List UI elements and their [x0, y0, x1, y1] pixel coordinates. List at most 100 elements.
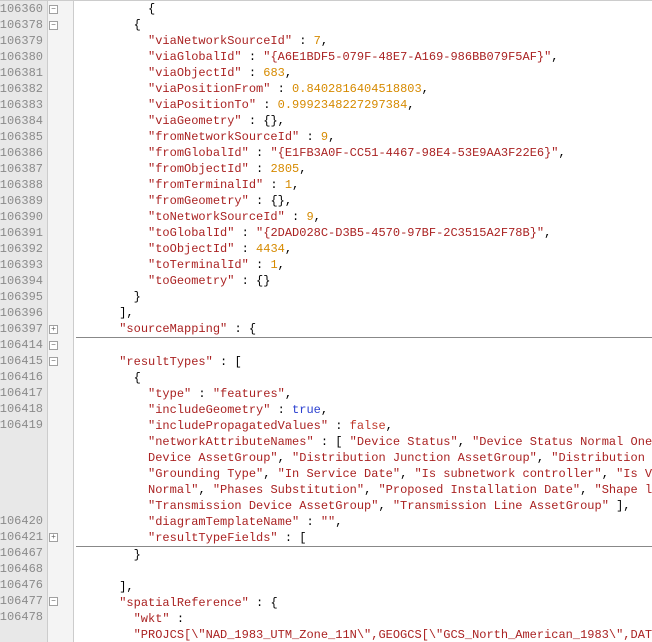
code-line[interactable]: "toGlobalId" : "{2DAD028C-D3B5-4570-97BF…: [76, 225, 652, 241]
line-number: 106389: [0, 193, 43, 209]
code-line[interactable]: {: [76, 1, 652, 17]
code-line[interactable]: {: [76, 370, 652, 386]
code-line[interactable]: [76, 338, 652, 354]
fold-gutter-row: [48, 625, 73, 641]
fold-gutter-row: [48, 609, 73, 625]
line-number: [0, 625, 43, 641]
code-line[interactable]: "toNetworkSourceId" : 9,: [76, 209, 652, 225]
code-line[interactable]: "PROJCS[\"NAD_1983_UTM_Zone_11N\",GEOGCS…: [76, 627, 652, 642]
fold-gutter-row: [48, 401, 73, 417]
line-number: 106383: [0, 97, 43, 113]
code-line[interactable]: }: [76, 289, 652, 305]
code-line[interactable]: "viaObjectId" : 683,: [76, 65, 652, 81]
line-number: 106468: [0, 561, 43, 577]
fold-collapse-icon[interactable]: −: [49, 21, 58, 30]
fold-collapse-icon[interactable]: −: [49, 357, 58, 366]
code-line[interactable]: "viaPositionFrom" : 0.8402816404518803,: [76, 81, 652, 97]
fold-gutter-row: [48, 177, 73, 193]
line-number: 106381: [0, 65, 43, 81]
code-line[interactable]: "toGeometry" : {}: [76, 273, 652, 289]
line-number: [0, 481, 43, 497]
fold-gutter-row: [48, 81, 73, 97]
fold-gutter-row: [48, 497, 73, 513]
code-line[interactable]: "fromGlobalId" : "{E1FB3A0F-CC51-4467-98…: [76, 145, 652, 161]
fold-gutter-row: [48, 577, 73, 593]
line-number-gutter: 1063601063781063791063801063811063821063…: [0, 1, 48, 642]
line-number: 106395: [0, 289, 43, 305]
code-line[interactable]: "fromNetworkSourceId" : 9,: [76, 129, 652, 145]
code-line[interactable]: "includeGeometry" : true,: [76, 402, 652, 418]
line-number: 106388: [0, 177, 43, 193]
fold-gutter-row: [48, 225, 73, 241]
fold-gutter: − − + − − + −: [48, 1, 74, 642]
code-area[interactable]: { { "viaNetworkSourceId" : 7, "viaGlobal…: [74, 1, 652, 642]
code-line[interactable]: "wkt" :: [76, 611, 652, 627]
line-number: [0, 465, 43, 481]
code-line[interactable]: "viaPositionTo" : 0.9992348227297384,: [76, 97, 652, 113]
line-number: 106417: [0, 385, 43, 401]
code-line[interactable]: "networkAttributeNames" : [ "Device Stat…: [76, 434, 652, 450]
fold-gutter-row: +: [48, 529, 73, 545]
fold-expand-icon[interactable]: +: [49, 533, 58, 542]
code-line[interactable]: "type" : "features",: [76, 386, 652, 402]
code-line[interactable]: [76, 563, 652, 579]
code-line[interactable]: "Grounding Type", "In Service Date", "Is…: [76, 466, 652, 482]
code-line[interactable]: "toTerminalId" : 1,: [76, 257, 652, 273]
code-line[interactable]: "spatialReference" : {: [76, 595, 652, 611]
code-line[interactable]: "toObjectId" : 4434,: [76, 241, 652, 257]
fold-collapse-icon[interactable]: −: [49, 341, 58, 350]
fold-expand-icon[interactable]: +: [49, 325, 58, 334]
line-number: 106419: [0, 417, 43, 433]
code-line[interactable]: {: [76, 17, 652, 33]
fold-gutter-row: [48, 209, 73, 225]
code-line[interactable]: "fromTerminalId" : 1,: [76, 177, 652, 193]
code-line[interactable]: "viaGlobalId" : "{A6E1BDF5-079F-48E7-A16…: [76, 49, 652, 65]
line-number: 106386: [0, 145, 43, 161]
code-line[interactable]: "fromGeometry" : {},: [76, 193, 652, 209]
fold-gutter-row: −: [48, 17, 73, 33]
fold-gutter-row: [48, 65, 73, 81]
code-editor: 1063601063781063791063801063811063821063…: [0, 0, 652, 642]
fold-gutter-row: [48, 465, 73, 481]
code-line[interactable]: Device AssetGroup", "Distribution Juncti…: [76, 450, 652, 466]
fold-gutter-row: [48, 49, 73, 65]
line-number: 106476: [0, 577, 43, 593]
line-number: [0, 497, 43, 513]
line-number: 106478: [0, 609, 43, 625]
code-line[interactable]: }: [76, 547, 652, 563]
fold-gutter-row: [48, 241, 73, 257]
line-number: 106416: [0, 369, 43, 385]
line-number: 106421: [0, 529, 43, 545]
code-line[interactable]: "viaNetworkSourceId" : 7,: [76, 33, 652, 49]
code-line[interactable]: "resultTypeFields" : [: [76, 530, 652, 546]
code-line[interactable]: Normal", "Phases Substitution", "Propose…: [76, 482, 652, 498]
code-line[interactable]: "sourceMapping" : {: [76, 321, 652, 337]
code-line[interactable]: "Transmission Device AssetGroup", "Trans…: [76, 498, 652, 514]
fold-gutter-row: −: [48, 337, 73, 353]
fold-gutter-row: −: [48, 593, 73, 609]
line-number: 106392: [0, 241, 43, 257]
code-line[interactable]: "resultTypes" : [: [76, 354, 652, 370]
code-line[interactable]: "viaGeometry" : {},: [76, 113, 652, 129]
fold-gutter-row: [48, 129, 73, 145]
fold-collapse-icon[interactable]: −: [49, 5, 58, 14]
line-number: 106385: [0, 129, 43, 145]
line-number: 106391: [0, 225, 43, 241]
line-number: 106394: [0, 273, 43, 289]
code-line[interactable]: "includePropagatedValues" : false,: [76, 418, 652, 434]
fold-gutter-row: [48, 481, 73, 497]
line-number: 106360: [0, 1, 43, 17]
code-line[interactable]: "fromObjectId" : 2805,: [76, 161, 652, 177]
fold-collapse-icon[interactable]: −: [49, 597, 58, 606]
fold-gutter-row: [48, 145, 73, 161]
line-number: 106380: [0, 49, 43, 65]
code-line[interactable]: ],: [76, 305, 652, 321]
fold-gutter-row: [48, 545, 73, 561]
line-number: 106384: [0, 113, 43, 129]
line-number: 106420: [0, 513, 43, 529]
fold-gutter-row: [48, 417, 73, 433]
code-line[interactable]: ],: [76, 579, 652, 595]
fold-gutter-row: −: [48, 1, 73, 17]
line-number: 106414: [0, 337, 43, 353]
code-line[interactable]: "diagramTemplateName" : "",: [76, 514, 652, 530]
